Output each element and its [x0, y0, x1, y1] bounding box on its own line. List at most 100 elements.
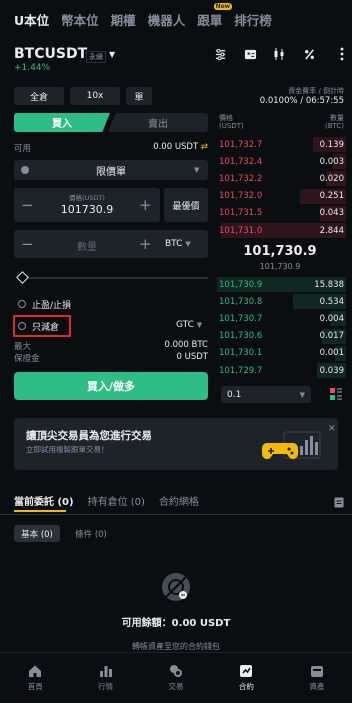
bid-qty: 0.039 [319, 365, 344, 376]
banner-title: 讓頂尖交易員為您進行交易 [26, 430, 152, 442]
nav-markets-label: 行情 [98, 682, 114, 691]
available-amount: 0.00 USDT [153, 142, 199, 152]
ask-qty: 0.251 [319, 191, 344, 202]
ask-qty: 2.844 [319, 225, 344, 236]
ask-row[interactable]: 101,731.5 0.043 [214, 205, 346, 222]
banner-subtitle: 立即試用複製跟單交易！ [26, 445, 109, 454]
transfer-hint[interactable]: 轉帳資產至您的合約錢包 [0, 641, 352, 652]
futures-icon [240, 665, 253, 677]
buy-tab[interactable]: 買入 [14, 113, 110, 132]
orderbook-layout-icon[interactable] [330, 388, 342, 400]
ask-row[interactable]: 101,732.7 0.139 [214, 136, 346, 153]
candlestick-chart-icon[interactable] [270, 46, 288, 62]
ask-qty: 0.003 [319, 156, 344, 167]
tab-open-orders[interactable]: 當前委託 (0) [14, 493, 74, 508]
more-icon[interactable] [333, 46, 351, 62]
unit-caret-icon: ▼ [185, 240, 191, 248]
tab-options[interactable]: 期權 [111, 10, 136, 29]
order-type-select[interactable]: 限價單 [14, 160, 208, 180]
document-icon[interactable] [334, 497, 344, 508]
depth-caret-icon: ▼ [299, 390, 305, 399]
available-value: 0.00 USDT ⇄ [120, 142, 208, 152]
ob-qty-unit: (BTC) [324, 122, 344, 130]
reduce-only-checkbox[interactable] [18, 322, 26, 330]
depth-step-select[interactable]: 0.1 ▼ [221, 386, 311, 403]
position-mode-button[interactable]: 單 [126, 87, 152, 105]
bid-qty: 0.534 [319, 296, 344, 307]
bottom-nav: 首頁 行情 交易 合約 資產 [0, 652, 352, 703]
quantity-slider[interactable] [28, 277, 208, 279]
available-balance: 可用餘額：0.00 USDT [121, 618, 231, 629]
tab-bots[interactable]: 機器人 [148, 10, 186, 29]
time-in-force-select[interactable]: GTC ▼ [176, 320, 202, 330]
symbol-name[interactable]: BTCUSDT [14, 46, 87, 62]
bid-row[interactable]: 101,730.8 0.534 [214, 293, 346, 310]
info-icon[interactable] [21, 166, 29, 174]
bid-price: 101,730.8 [219, 296, 263, 307]
price-value[interactable]: 101730.9 [14, 203, 160, 216]
bid-row[interactable]: 101,730.9 15.838 [214, 276, 346, 293]
chip-basic[interactable]: 基本 (0) [14, 525, 60, 542]
bid-row[interactable]: 101,729.7 0.039 [214, 362, 346, 379]
tpsl-label: 止盈/止損 [32, 301, 72, 311]
funding-label: 資金費率 / 倒計時 [288, 87, 344, 95]
calculator-icon[interactable] [241, 46, 259, 62]
ask-row[interactable]: 101,731.0 2.844 [214, 222, 346, 239]
tab-grid[interactable]: 合約網格 [159, 493, 199, 508]
tab-positions[interactable]: 持有倉位 (0) [88, 493, 145, 508]
nav-trade-label: 交易 [168, 682, 184, 691]
wallet-icon [310, 666, 323, 677]
ask-price: 101,732.7 [219, 139, 263, 150]
nav-home[interactable]: 首頁 [0, 653, 70, 703]
nav-assets[interactable]: 資產 [282, 653, 352, 703]
nav-assets-label: 資產 [309, 682, 325, 691]
ask-price: 101,731.5 [219, 208, 263, 219]
home-icon [29, 665, 42, 677]
chevron-down-icon[interactable]: ▼ [109, 50, 115, 59]
buy-long-button[interactable]: 買入/做多 [14, 372, 208, 400]
ask-row[interactable]: 101,732.0 0.251 [214, 188, 346, 205]
percent-icon[interactable] [300, 46, 318, 62]
nav-markets[interactable]: 行情 [70, 653, 140, 703]
tab-usdm[interactable]: U本位 [14, 10, 49, 29]
bbo-button[interactable]: 最優價 [164, 188, 208, 222]
tab-coinm[interactable]: 幣本位 [61, 10, 99, 29]
sell-tab[interactable]: 賣出 [108, 113, 208, 132]
empty-state-icon [160, 571, 192, 603]
bid-row[interactable]: 101,730.1 0.001 [214, 345, 346, 362]
tab-copy[interactable]: 跟單 New [197, 2, 233, 29]
ask-row[interactable]: 101,732.2 0.020 [214, 170, 346, 187]
bid-qty: 0.017 [319, 331, 344, 342]
chip-conditional[interactable]: 條件 (0) [68, 525, 114, 542]
tpsl-checkbox[interactable] [18, 300, 26, 308]
new-badge: New [213, 2, 233, 10]
bar-chart-icon [99, 666, 112, 677]
active-tab-indicator [14, 510, 66, 512]
tab-leaderboard[interactable]: 排行榜 [234, 10, 272, 29]
close-icon[interactable]: ✕ [328, 424, 336, 434]
nav-trade[interactable]: 交易 [141, 653, 211, 703]
bid-qty: 15.838 [314, 279, 344, 290]
bid-row[interactable]: 101,730.6 0.017 [214, 328, 346, 345]
ask-price: 101,732.0 [219, 191, 263, 202]
ask-price: 101,732.2 [219, 173, 263, 184]
price-label: 價格(USDT) [69, 194, 105, 202]
quantity-unit-select[interactable]: BTC ▼ [165, 239, 191, 249]
slider-handle[interactable] [16, 271, 29, 284]
margin-mode-button[interactable]: 全倉 [14, 87, 64, 105]
bid-qty: 0.004 [319, 313, 344, 324]
tab-copy-label: 跟單 [197, 12, 223, 28]
nav-futures[interactable]: 合約 [211, 653, 281, 703]
settings-icon[interactable] [211, 46, 229, 62]
transfer-icon[interactable]: ⇄ [201, 142, 208, 152]
ask-row[interactable]: 101,732.4 0.003 [214, 153, 346, 170]
quantity-placeholder: 數量 [77, 242, 97, 253]
leverage-button[interactable]: 10x [70, 87, 120, 105]
bid-price: 101,730.6 [219, 331, 263, 342]
divider [0, 514, 352, 515]
available-label: 可用 [14, 144, 32, 154]
bid-price: 101,730.7 [219, 313, 263, 324]
price-change: +1.44% [14, 63, 51, 73]
bid-price: 101,730.9 [219, 279, 263, 290]
bid-row[interactable]: 101,730.7 0.004 [214, 310, 346, 327]
